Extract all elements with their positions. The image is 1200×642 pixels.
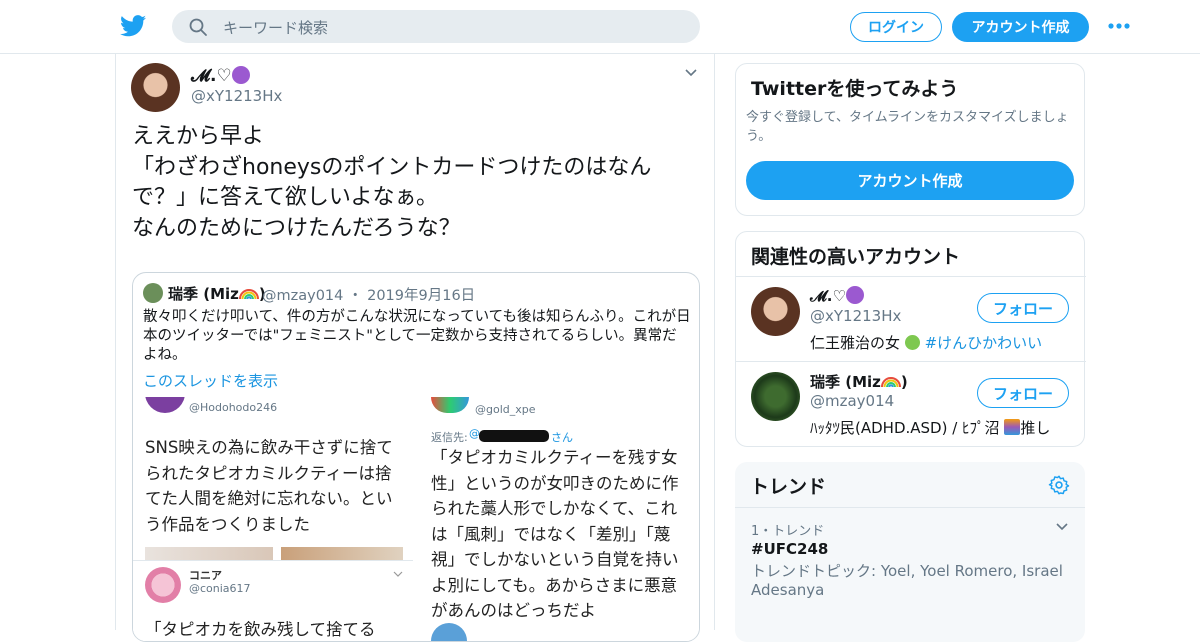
create-account-button[interactable]: アカウント作成: [746, 161, 1074, 200]
follow-button[interactable]: フォロー: [977, 293, 1069, 323]
quote-meta: @mzay014 ・ 2019年9月16日: [262, 284, 475, 305]
login-button[interactable]: ログイン: [850, 12, 942, 42]
image-left-handle: @Hodohodo246: [189, 401, 278, 414]
related-account-name-text: 𝓜.♡: [810, 287, 846, 305]
quote-separator: ・: [343, 288, 368, 304]
image-photo-2: [281, 547, 403, 561]
trends-card: トレンド 1・トレンド #UFC248 トレンドトピック: Yoel, Yoel…: [735, 462, 1085, 642]
search-bar[interactable]: キーワード検索: [172, 10, 700, 43]
tweet-author-handle[interactable]: @xY1213Hx: [191, 87, 282, 105]
image-photo-1: [145, 547, 273, 561]
search-input[interactable]: キーワード検索: [223, 17, 328, 38]
image-left-name2: コニア: [189, 569, 222, 582]
search-icon: [189, 18, 207, 36]
image-left-handle2: @conia617: [189, 582, 251, 595]
books-emoji-icon: [1004, 419, 1021, 435]
top-bar: キーワード検索 ログイン アカウント作成: [0, 0, 1200, 54]
quote-image[interactable]: @Hodohodo246 SNS映えの為に飲み干さずに捨てられたタピオカミルクテ…: [133, 397, 699, 641]
image-right-text: 「タピオカミルクティーを残す女性」というのが女叩きのために作られた藁人形でしかな…: [431, 448, 679, 620]
follow-button[interactable]: フォロー: [977, 378, 1069, 408]
chevron-down-icon: [393, 571, 403, 577]
devil-emoji-icon: [231, 66, 250, 84]
avatar[interactable]: [751, 372, 800, 421]
trend-topic: トレンドトピック: Yoel, Yoel Romero, Israel Ades…: [751, 562, 1063, 599]
more-icon[interactable]: [1107, 22, 1131, 30]
related-accounts-card: 関連性の高いアカウント 𝓜.♡ @xY1213Hx 仁王雅治の女 #けんひかわい…: [735, 231, 1086, 447]
related-account-hashtag[interactable]: #けんひかわいい: [925, 334, 1043, 352]
image-right-panel: @gold_xpe 返信先: @ さん 「タピオカミルクティーを残す女性」という…: [419, 397, 699, 641]
quote-author-name: 瑞季 (Miz): [168, 283, 266, 304]
related-account-name[interactable]: 瑞季 (Miz): [810, 371, 908, 392]
gear-icon[interactable]: [1048, 474, 1070, 496]
related-account-bio-text: 仁王雅治の女: [810, 334, 901, 352]
related-account-name[interactable]: 𝓜.♡: [810, 286, 864, 305]
trends-title: トレンド: [750, 476, 827, 498]
avatar[interactable]: [131, 63, 180, 112]
quote-date: 2019年9月16日: [367, 288, 476, 304]
try-twitter-title: Twitterを使ってみよう: [751, 78, 959, 100]
image-avatar-2: [145, 567, 181, 603]
devil-emoji-icon: [845, 286, 864, 304]
avatar[interactable]: [751, 287, 800, 336]
chevron-down-icon[interactable]: [684, 68, 698, 78]
related-account-bio-tail: 推し: [1020, 419, 1051, 437]
related-accounts-title: 関連性の高いアカウント: [751, 246, 961, 268]
signup-button[interactable]: アカウント作成: [952, 12, 1089, 42]
quote-text: 散々叩くだけ叩いて、件の方がこんな状況になっていても後は知らんふり。これが日本の…: [143, 309, 691, 363]
twitter-logo-icon[interactable]: [120, 14, 146, 38]
quote-avatar: [143, 283, 163, 303]
trend-item[interactable]: 1・トレンド #UFC248 トレンドトピック: Yoel, Yoel Rome…: [735, 508, 1085, 642]
related-account-bio: 仁王雅治の女 #けんひかわいい: [810, 332, 1042, 353]
quote-author-handle: @mzay014: [262, 288, 344, 304]
try-twitter-subtitle: 今すぐ登録して、タイムラインをカスタマイズしましょう。: [746, 110, 1069, 144]
related-account-row[interactable]: 瑞季 (Miz) @mzay014 ﾊｯﾀﾂ民(ADHD.ASD) / ﾋﾌﾟ沼…: [736, 361, 1086, 446]
show-thread-link[interactable]: このスレッドを表示: [143, 370, 278, 391]
image-reply-suffix: さん: [551, 431, 573, 444]
chevron-down-icon[interactable]: [1055, 522, 1069, 532]
related-account-handle[interactable]: @xY1213Hx: [810, 307, 901, 325]
quoted-tweet[interactable]: 瑞季 (Miz) @mzay014 ・ 2019年9月16日 散々叩くだけ叩いて…: [132, 272, 700, 642]
tweet-column: 𝓜.♡ @xY1213Hx ええから早よ 「わざわざhoneysのポイントカード…: [115, 54, 715, 642]
tweet-author-name-text: 𝓜.♡: [191, 66, 232, 86]
image-left-text: SNS映えの為に飲み干さずに捨てられたタピオカミルクティーは捨てた人間を絶対に忘…: [145, 438, 393, 534]
related-account-name-text: 瑞季 (Miz: [810, 373, 881, 391]
try-twitter-card: Twitterを使ってみよう 今すぐ登録して、タイムラインをカスタマイズしましょ…: [735, 63, 1085, 216]
tweet-text: ええから早よ 「わざわざhoneysのポイントカードつけたのはなんで？」に答えて…: [132, 124, 652, 241]
related-account-bio-text: ﾊｯﾀﾂ民(ADHD.ASD) / ﾋﾌﾟ沼: [810, 419, 1000, 437]
trend-hashtag[interactable]: #UFC248: [751, 540, 828, 558]
related-account-handle[interactable]: @mzay014: [810, 392, 894, 410]
image-left-panel: @Hodohodo246 SNS映えの為に飲み干さずに捨てられたタピオカミルクテ…: [133, 397, 413, 641]
image-avatar-1: [145, 397, 185, 413]
related-account-row[interactable]: 𝓜.♡ @xY1213Hx 仁王雅治の女 #けんひかわいい フォロー: [736, 276, 1086, 361]
related-account-bio: ﾊｯﾀﾂ民(ADHD.ASD) / ﾋﾌﾟ沼 推し: [810, 417, 1050, 438]
image-reply-prefix: 返信先:: [431, 431, 468, 444]
trend-rank: 1・トレンド: [751, 524, 825, 539]
tweet-author-name[interactable]: 𝓜.♡: [191, 66, 250, 86]
image-avatar-4: [431, 623, 467, 641]
image-avatar-3: [431, 397, 469, 413]
related-account-paren: ): [900, 373, 908, 391]
rainbow-emoji-icon: [880, 377, 901, 388]
rainbow-emoji-icon: [238, 289, 259, 300]
image-right-handle: @gold_xpe: [475, 403, 536, 416]
redaction-bar: [479, 430, 549, 442]
tennis-ball-emoji-icon: [904, 335, 920, 350]
quote-author-name-text: 瑞季 (Miz: [168, 285, 239, 303]
